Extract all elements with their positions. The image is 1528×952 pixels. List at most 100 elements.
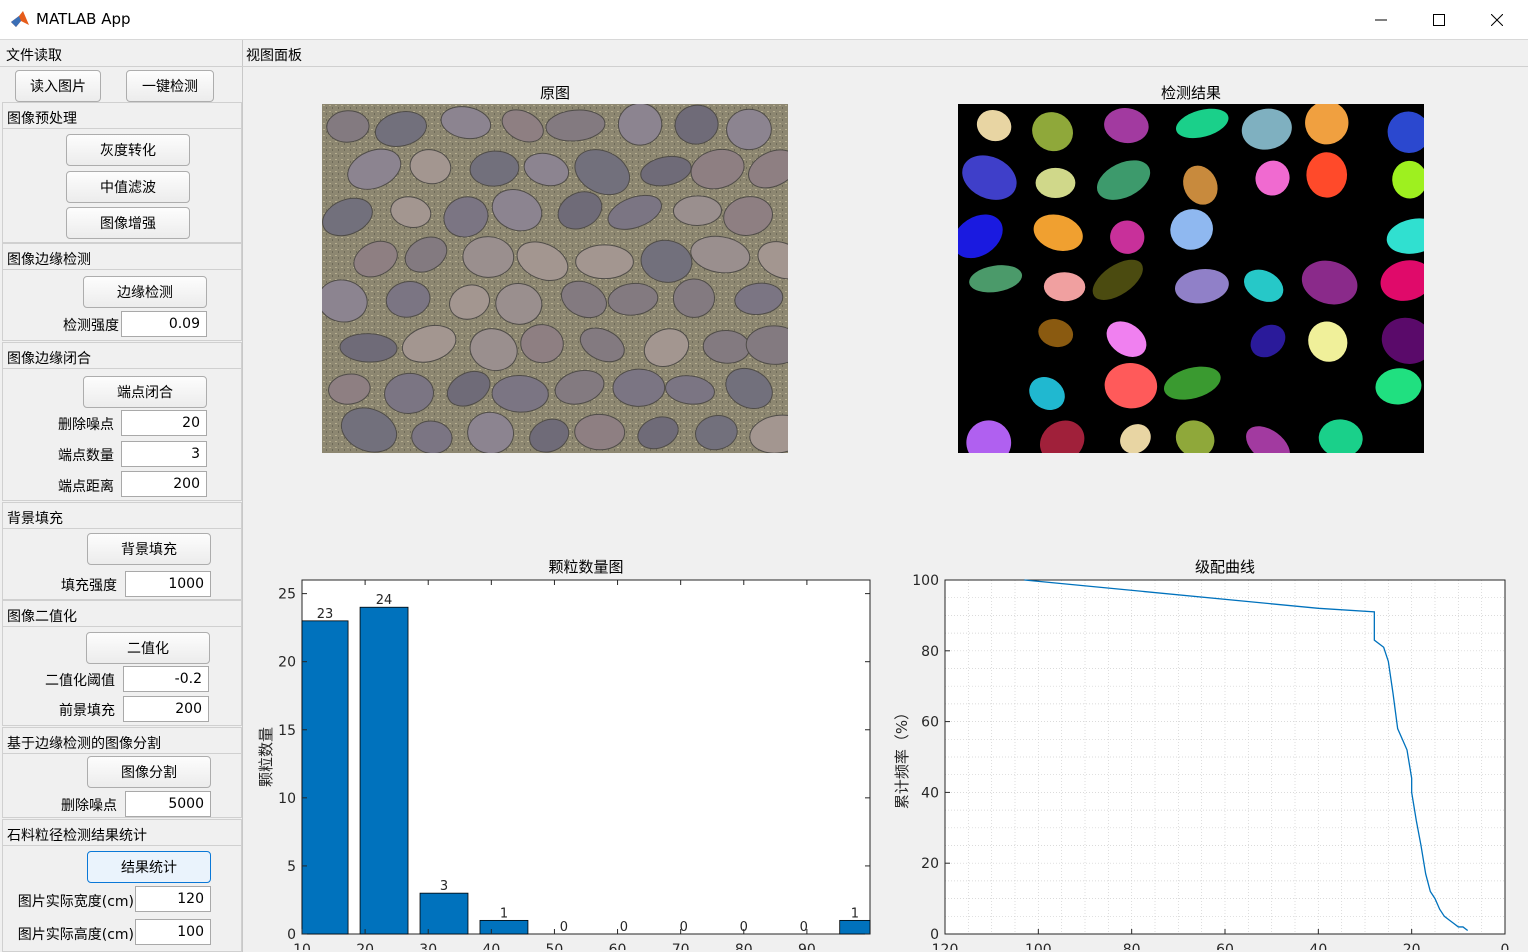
binarize-threshold-label: 二值化阈值 [45,673,115,689]
edge-group-title: 图像边缘检测 [7,252,91,268]
bar-value-label: 23 [317,607,334,622]
close-button[interactable] [1468,0,1526,40]
binarize-threshold-field[interactable] [123,666,209,692]
edge-strength-field[interactable] [121,311,207,337]
endpoint-close-button[interactable]: 端点闭合 [83,376,207,408]
view-panel: 视图面板 原图 检测结果 颗粒数量图 23 24 3 1 0 0 0 0 0 1 10 20 30 40 50… [243,40,1528,952]
binarize-button[interactable]: 二值化 [86,632,210,664]
x-tick-label: 60 [609,942,627,950]
x-tick-label: 80 [735,942,753,950]
real-height-label: 图片实际高度(cm) [17,927,134,943]
y-tick-label: 0 [930,927,939,943]
foreground-fill-label: 前景填充 [59,703,115,719]
edge-close-group-title: 图像边缘闭合 [7,351,91,367]
x-tick-label: 120 [932,942,959,950]
x-tick-label: 80 [1123,942,1141,950]
real-height-field[interactable] [135,919,211,945]
close-icon [1491,14,1503,26]
cobblestone [612,368,666,407]
bar [359,606,409,935]
original-image-title: 原图 [539,84,570,102]
seg-noise-label: 删除噪点 [61,798,117,814]
fill-strength-field[interactable] [125,571,211,597]
background-fill-group: 背景填充 背景填充 填充强度 [2,502,242,600]
x-tick-label: 0 [1501,942,1510,950]
x-tick-label: 20 [356,942,374,950]
y-axis-label: 颗粒数量 [257,727,275,787]
edge-strength-label: 检测强度 [63,318,119,334]
y-tick-label: 25 [278,587,296,603]
segmentation-group: 基于边缘检测的图像分割 图像分割 删除噪点 [2,727,242,818]
original-image [322,104,788,453]
bar [839,919,871,935]
seg-noise-field[interactable] [125,791,211,817]
x-tick-label: 50 [546,942,564,950]
y-tick-label: 40 [921,785,939,801]
minimize-icon [1375,19,1387,21]
background-fill-button[interactable]: 背景填充 [87,533,211,565]
bar-value-label: 1 [500,906,508,921]
x-tick-label: 40 [1309,942,1327,950]
image-enhance-button[interactable]: 图像增强 [66,207,190,239]
segment-button[interactable]: 图像分割 [87,756,211,788]
y-tick-label: 10 [278,791,296,807]
background-fill-group-title: 背景填充 [7,511,63,527]
file-group-title: 文件读取 [6,48,62,64]
bar [419,892,469,935]
preprocess-group-title: 图像预处理 [7,111,77,127]
fill-strength-label: 填充强度 [61,578,117,594]
y-tick-label: 20 [278,655,296,671]
window-title: MATLAB App [36,10,131,28]
maximize-icon [1433,14,1445,26]
particle-count-chart: 颗粒数量图2324310 0 0 0 0110 20 30 40 50 60 70 80 9005101… [257,558,871,950]
y-axis-label: 累计频率（%） [893,705,911,809]
y-tick-label: 20 [921,856,939,872]
bar [479,919,529,935]
edge-close-group: 图像边缘闭合 端点闭合 删除噪点 端点数量 端点距离 [2,342,242,501]
bar [301,620,349,935]
minimize-button[interactable] [1352,0,1410,40]
endpoint-distance-field[interactable] [121,471,207,497]
detection-result-image [958,104,1424,453]
gradation-curve-chart: 级配曲线120100806040200020406080100粒径(cm)累计频… [893,558,1510,950]
foreground-fill-field[interactable] [123,696,209,722]
cobblestone [672,195,723,226]
preprocess-group: 图像预处理 灰度转化 中值滤波 图像增强 [2,102,242,243]
real-width-field[interactable] [135,886,211,912]
control-panel: 文件读取 读入图片 一键检测 图像预处理 灰度转化 中值滤波 图像增强 图像边缘… [0,40,243,952]
y-tick-label: 15 [278,723,296,739]
cobblestone [575,244,634,280]
median-filter-button[interactable]: 中值滤波 [66,171,190,203]
x-tick-label: 100 [1025,942,1052,950]
y-tick-label: 0 [287,927,296,943]
real-width-label: 图片实际宽度(cm) [17,894,134,910]
grayscale-button[interactable]: 灰度转化 [66,134,190,166]
detection-result-title: 检测结果 [1160,84,1221,102]
bar-value-label: 0 [560,920,568,935]
bar-value-label: 1 [851,906,859,921]
x-tick-label: 20 [1403,942,1421,950]
maximize-button[interactable] [1410,0,1468,40]
edge-detect-button[interactable]: 边缘检测 [83,276,207,308]
one-click-detect-button[interactable]: 一键检测 [126,70,214,102]
bar-value-label: 24 [376,593,393,608]
x-tick-label: 90 [798,942,816,950]
y-tick-label: 60 [921,715,939,731]
endpoint-count-label: 端点数量 [58,448,114,464]
bar-value-label: 3 [440,879,448,894]
close-noise-field[interactable] [121,410,207,436]
edge-group: 图像边缘检测 边缘检测 检测强度 [2,243,242,341]
endpoint-count-field[interactable] [121,441,207,467]
x-tick-label: 10 [293,942,311,950]
x-tick-label: 70 [672,942,690,950]
y-tick-label: 5 [287,859,296,875]
x-tick-label: 60 [1216,942,1234,950]
close-noise-label: 删除噪点 [58,417,114,433]
endpoint-distance-label: 端点距离 [58,479,114,495]
bar-value-label: 0 [620,920,628,935]
chart-title: 级配曲线 [1195,558,1255,576]
matlab-logo-icon [11,11,29,27]
result-statistics-button[interactable]: 结果统计 [87,851,211,883]
read-image-button[interactable]: 读入图片 [15,70,101,102]
binarize-group-title: 图像二值化 [7,609,77,625]
